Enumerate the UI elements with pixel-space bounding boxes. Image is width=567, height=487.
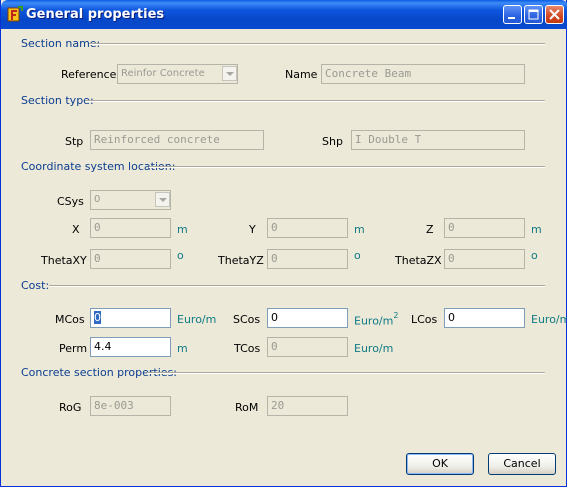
scos-unit-text: Euro/m — [354, 314, 394, 328]
x-unit: m — [177, 223, 188, 236]
lcos-input[interactable]: 0 — [444, 308, 525, 328]
close-icon — [549, 9, 560, 20]
stp-label: Stp — [65, 135, 84, 148]
thetazx-label: ThetaZX — [395, 254, 442, 267]
scos-unit-exponent: 2 — [393, 311, 399, 320]
tcos-field[interactable]: 0 — [267, 337, 348, 357]
reference-dropdown-arrow[interactable] — [222, 66, 237, 81]
shp-field[interactable]: I Double T — [351, 130, 525, 150]
thetayz-unit: o — [354, 249, 361, 262]
section-type-header: Section type: — [21, 94, 94, 107]
window-title: General properties — [26, 7, 165, 22]
thetayz-field[interactable]: 0 — [267, 249, 348, 269]
reference-dropdown[interactable]: Reinfor Concrete — [117, 64, 238, 84]
y-label: Y — [249, 223, 256, 236]
rog-label: RoG — [59, 401, 82, 414]
scos-label: SCos — [233, 313, 261, 326]
perm-unit: m — [177, 342, 188, 355]
rog-field[interactable]: 8e-003 — [90, 396, 171, 416]
scos-input[interactable]: 0 — [267, 308, 348, 328]
csys-value: 0 — [94, 194, 101, 205]
scos-unit: Euro/m2 — [354, 311, 399, 328]
perm-input[interactable]: 4.4 — [90, 337, 171, 357]
csys-dropdown[interactable]: 0 — [90, 190, 171, 210]
csys-dropdown-arrow[interactable] — [155, 192, 170, 207]
thetaxy-label: ThetaXY — [41, 254, 87, 267]
name-field[interactable]: Concrete Beam — [321, 64, 525, 84]
z-field[interactable]: 0 — [444, 218, 525, 238]
lcos-label: LCos — [411, 313, 438, 326]
thetaxy-unit: o — [177, 249, 184, 262]
chevron-down-icon — [226, 72, 234, 76]
mcos-input[interactable]: 0 — [90, 308, 171, 328]
app-icon — [7, 6, 23, 22]
z-unit: m — [531, 223, 542, 236]
divider — [49, 285, 545, 287]
general-properties-dialog: General properties Section name: Referen… — [0, 0, 567, 487]
thetayz-label: ThetaYZ — [218, 254, 264, 267]
divider — [149, 166, 545, 168]
divider — [85, 100, 545, 102]
maximize-icon — [528, 9, 539, 20]
reference-value: Reinfor Concrete — [121, 68, 205, 79]
x-label: X — [72, 223, 80, 236]
divider — [89, 43, 545, 45]
thetazx-unit: o — [531, 249, 538, 262]
cost-header: Cost: — [21, 279, 50, 292]
mcos-unit: Euro/m — [177, 313, 217, 326]
x-field[interactable]: 0 — [90, 218, 171, 238]
minimize-button[interactable] — [503, 5, 522, 24]
mcos-label: MCos — [55, 313, 85, 326]
shp-label: Shp — [322, 135, 343, 148]
cancel-button[interactable]: Cancel — [488, 453, 556, 475]
chevron-down-icon — [159, 198, 167, 202]
ok-button[interactable]: OK — [406, 453, 474, 475]
name-label: Name — [285, 68, 318, 81]
thetazx-field[interactable]: 0 — [444, 249, 525, 269]
rom-label: RoM — [235, 401, 259, 414]
minimize-icon — [508, 17, 515, 19]
divider — [147, 372, 545, 374]
y-unit: m — [354, 223, 365, 236]
thetaxy-field[interactable]: 0 — [90, 249, 171, 269]
tcos-label: TCos — [234, 342, 261, 355]
maximize-button[interactable] — [524, 5, 543, 24]
rom-field[interactable]: 20 — [267, 396, 348, 416]
y-field[interactable]: 0 — [267, 218, 348, 238]
z-label: Z — [426, 223, 434, 236]
mcos-value: 0 — [94, 311, 101, 324]
perm-label: Perm — [59, 342, 88, 355]
close-button[interactable] — [545, 5, 564, 24]
stp-field[interactable]: Reinforced concrete — [90, 130, 264, 150]
lcos-unit: Euro/m — [531, 313, 567, 326]
title-bar[interactable]: General properties — [1, 0, 567, 29]
tcos-unit: Euro/m — [354, 342, 394, 355]
csys-label: CSys — [57, 195, 84, 208]
reference-label: Reference — [61, 68, 117, 81]
